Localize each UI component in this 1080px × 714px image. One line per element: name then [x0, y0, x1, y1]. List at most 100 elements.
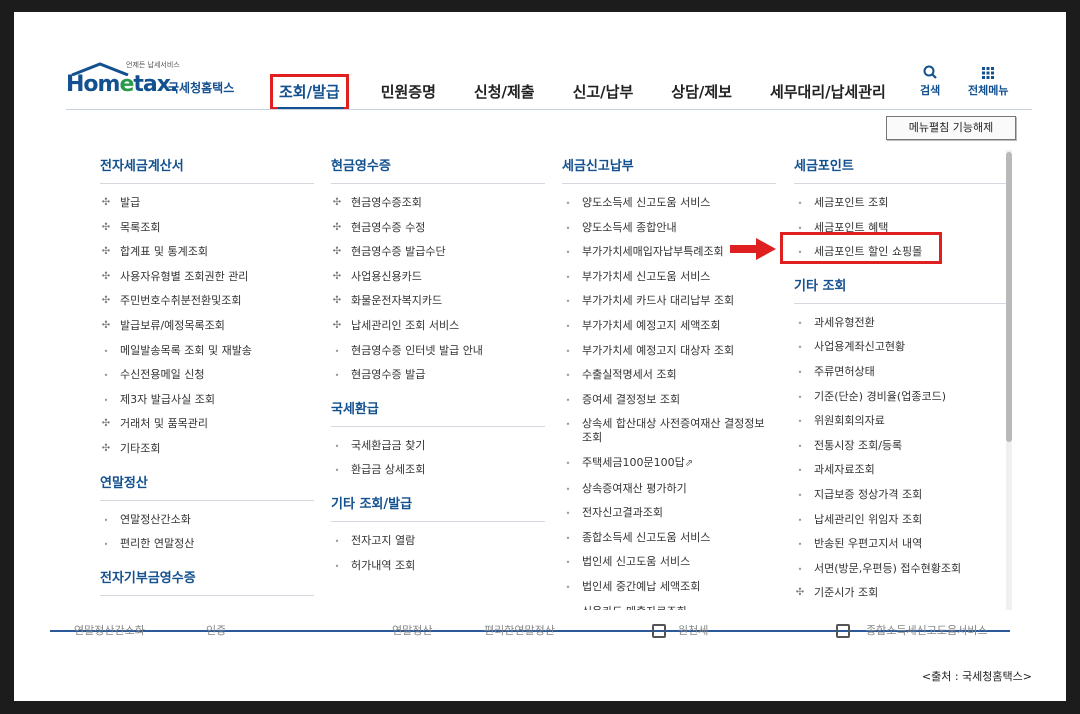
menu-item[interactable]: ✣ 주민번호수취분전환및조회 — [100, 294, 314, 308]
nav-item-3[interactable]: 신고/납부 — [567, 74, 640, 110]
menu-item-label: 서면(방문,우편등) 접수현황조회 — [814, 561, 962, 575]
search-button[interactable]: 검색 — [920, 64, 940, 98]
menu-item[interactable]: • 전자고지 열람 — [331, 534, 545, 548]
menu-item[interactable]: ✣ 현금영수증조회 — [331, 196, 545, 210]
plus-expand-icon[interactable]: ✣ — [100, 294, 112, 308]
menu-item[interactable]: • 종합소득세 신고도움 서비스 — [562, 531, 776, 545]
menu-item[interactable]: • 부가가치세 예정고지 대상자 조회 — [562, 344, 776, 358]
menu-section-title[interactable]: 국세환급 — [331, 393, 545, 427]
menu-item[interactable]: • 과세자료조회 — [794, 463, 1008, 477]
menu-item[interactable]: • 법인세 신고도움 서비스 — [562, 555, 776, 569]
menu-item[interactable]: ✣ 화물운전자복지카드 — [331, 294, 545, 308]
menu-item[interactable]: • 사업용계좌신고현황 — [794, 340, 1008, 354]
menu-section-title[interactable]: 전자기부금영수증 — [100, 562, 314, 596]
hometax-logo[interactable]: 언제든 납세서비스 Hometax. 국세청홈택스 — [66, 60, 246, 104]
menu-item[interactable]: ✣ 사용자유형별 조회권한 관리 — [100, 270, 314, 284]
menu-item[interactable]: • 현금영수증 발급 — [331, 368, 545, 382]
menu-item[interactable]: • 상속증여재산 평가하기 — [562, 482, 776, 496]
menu-item[interactable]: • 허가내역 조회 — [331, 559, 545, 573]
menu-item[interactable]: ✣ 납세관리인 조회 서비스 — [331, 319, 545, 333]
menu-item[interactable]: ✣ 발급 — [100, 196, 314, 210]
menu-item[interactable]: • 환급금 상세조회 — [331, 463, 545, 477]
menu-item[interactable]: • 전자신고결과조회 — [562, 506, 776, 520]
bullet-dot-icon: • — [797, 564, 803, 574]
menu-item[interactable]: • 신용카드 매출자료조회 — [562, 605, 776, 611]
menu-section-title[interactable]: 기타 조회 — [794, 270, 1008, 304]
menu-item[interactable]: • 부가가치세 신고도움 서비스 — [562, 270, 776, 284]
menu-item[interactable]: • 주택세금100문100답⇗ — [562, 456, 776, 471]
red-arrow-annotation — [730, 238, 776, 260]
scrollbar-thumb[interactable] — [1006, 152, 1012, 442]
menu-item-label: 환급금 상세조회 — [351, 463, 426, 477]
menu-section-title[interactable] — [331, 583, 545, 610]
menu-item[interactable]: • 서면(방문,우편등) 접수현황조회 — [794, 562, 1008, 576]
menu-item[interactable]: • 주류면허상태 — [794, 365, 1008, 379]
nav-item-4[interactable]: 상담/제보 — [665, 74, 738, 110]
plus-expand-icon[interactable]: ✣ — [331, 319, 343, 333]
plus-expand-icon[interactable]: ✣ — [331, 270, 343, 284]
menu-item[interactable]: ✣ 기준시가 조회 — [794, 586, 1008, 600]
menu-item[interactable]: • 현금영수증 인터넷 발급 안내 — [331, 344, 545, 358]
menu-item[interactable]: • 부가가치세 예정고지 세액조회 — [562, 319, 776, 333]
menu-section-title[interactable]: 세금포인트 — [794, 150, 1008, 184]
menu-section-title[interactable]: 연말정산 — [100, 467, 314, 501]
menu-item[interactable]: • 기준(단순) 경비율(업종코드) — [794, 390, 1008, 404]
plus-expand-icon[interactable]: ✣ — [100, 442, 112, 456]
menu-item[interactable]: • 증여세 결정정보 조회 — [562, 393, 776, 407]
nav-item-0[interactable]: 조회/발급 — [270, 74, 349, 110]
menu-item[interactable]: • 수출실적명세서 조회 — [562, 368, 776, 382]
menu-item[interactable]: • 수신전용메일 신청 — [100, 368, 314, 382]
menu-item[interactable]: ✣ 합계표 및 통계조회 — [100, 245, 314, 259]
menu-item[interactable]: • 메일발송목록 조회 및 재발송 — [100, 344, 314, 358]
menu-item[interactable]: • 연말정산간소화 — [100, 513, 314, 527]
menu-item[interactable]: • 양도소득세 신고도움 서비스 — [562, 196, 776, 210]
menu-item-label: 허가내역 조회 — [351, 558, 416, 572]
plus-expand-icon[interactable]: ✣ — [100, 221, 112, 235]
menu-item[interactable]: • 위원회회의자료 — [794, 414, 1008, 428]
menu-item[interactable]: ✣ 거래처 및 품목관리 — [100, 417, 314, 431]
bottom-strip-text: 종합소득세신고도움서비스 — [866, 624, 988, 637]
menu-item[interactable]: ✣ 현금영수증 발급수단 — [331, 245, 545, 259]
plus-expand-icon[interactable]: ✣ — [794, 586, 806, 600]
nav-item-1[interactable]: 민원증명 — [375, 74, 442, 110]
menu-item[interactable]: ✣ 발급보류/예정목록조회 — [100, 319, 314, 333]
plus-expand-icon[interactable]: ✣ — [100, 196, 112, 210]
menu-section-title[interactable]: 세금신고납부 — [562, 150, 776, 184]
logo-subtitle: 국세청홈택스 — [168, 81, 235, 95]
plus-expand-icon[interactable]: ✣ — [100, 270, 112, 284]
bullet-dot-icon: • — [565, 272, 571, 282]
menu-item[interactable]: • 부가가치세 카드사 대리납부 조회 — [562, 294, 776, 308]
menu-item[interactable]: • 법인세 중간예납 세액조회 — [562, 580, 776, 594]
plus-expand-icon[interactable]: ✣ — [100, 319, 112, 333]
menu-item[interactable]: • 지급보증 정상가격 조회 — [794, 488, 1008, 502]
menu-item[interactable]: • 제3자 발급사실 조회 — [100, 393, 314, 407]
menu-item-label: 양도소득세 신고도움 서비스 — [582, 196, 711, 209]
plus-expand-icon[interactable]: ✣ — [331, 245, 343, 259]
menu-section-title[interactable]: 기타 조회/발급 — [331, 488, 545, 522]
plus-expand-icon[interactable]: ✣ — [331, 196, 343, 210]
menu-item[interactable]: • 납세관리인 위임자 조회 — [794, 513, 1008, 527]
plus-expand-icon[interactable]: ✣ — [100, 417, 112, 431]
menu-item[interactable]: • 과세유형전환 — [794, 316, 1008, 330]
nav-item-2[interactable]: 신청/제출 — [468, 74, 541, 110]
menu-item[interactable]: • 상속세 합산대상 사전증여재산 결정정보 조회 — [562, 417, 776, 445]
menu-item[interactable]: ✣ 목록조회 — [100, 221, 314, 235]
menu-item[interactable]: • 편리한 연말정산 — [100, 537, 314, 551]
menu-item[interactable]: • 세금포인트 조회 — [794, 196, 1008, 210]
menu-item[interactable]: ✣ 사업용신용카드 — [331, 270, 545, 284]
menu-item[interactable]: ✣ 현금영수증 수정 — [331, 221, 545, 235]
menu-item[interactable]: • 양도소득세 종합안내 — [562, 221, 776, 235]
menu-section-title[interactable]: 전자세금계산서 — [100, 150, 314, 184]
plus-expand-icon[interactable]: ✣ — [331, 294, 343, 308]
nav-item-5[interactable]: 세무대리/납세관리 — [764, 74, 892, 110]
menu-unfold-toggle-button[interactable]: 메뉴펼침 기능해제 — [886, 116, 1016, 140]
menu-item[interactable]: • 전통시장 조회/등록 — [794, 439, 1008, 453]
menu-item[interactable]: ✣ 기타조회 — [100, 442, 314, 456]
menu-item-label: 상속증여재산 평가하기 — [582, 481, 687, 495]
menu-item[interactable]: • 반송된 우편고지서 내역 — [794, 537, 1008, 551]
plus-expand-icon[interactable]: ✣ — [100, 245, 112, 259]
menu-item[interactable]: • 국세환급금 찾기 — [331, 439, 545, 453]
all-menu-button[interactable]: 전체메뉴 — [968, 64, 1008, 98]
menu-section-title[interactable]: 현금영수증 — [331, 150, 545, 184]
plus-expand-icon[interactable]: ✣ — [331, 221, 343, 235]
